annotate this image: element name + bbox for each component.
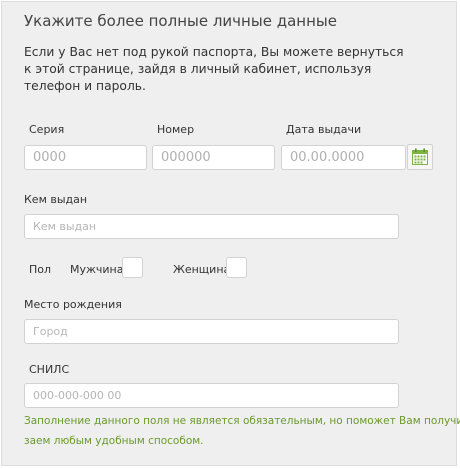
issue-date-label: Дата выдачи [286, 123, 362, 136]
issued-by-label: Кем выдан [24, 193, 88, 206]
form-title: Укажите более полные личные данные [24, 12, 337, 30]
snils-label: СНИЛС [29, 363, 70, 376]
series-label: Серия [29, 123, 65, 136]
issued-by-input[interactable] [24, 214, 399, 239]
male-checkbox[interactable] [122, 257, 143, 278]
intro-text: Если у Вас нет под рукой паспорта, Вы мо… [24, 44, 444, 95]
snils-hint: Заполнение данного поля не является обяз… [24, 411, 460, 451]
hint-line: Заполнение данного поля не является обяз… [24, 415, 460, 427]
issue-date-input[interactable] [281, 145, 406, 170]
number-input[interactable] [152, 145, 275, 170]
series-input[interactable] [24, 145, 147, 170]
intro-line: к этой странице, зайдя в личный кабинет,… [24, 62, 372, 76]
gender-label: Пол [29, 263, 52, 276]
birthplace-label: Место рождения [24, 298, 122, 311]
male-label: Мужчина [70, 263, 124, 276]
calendar-icon [412, 148, 428, 165]
intro-line: телефон и пароль. [24, 79, 146, 93]
birthplace-input[interactable] [24, 319, 399, 344]
intro-line: Если у Вас нет под рукой паспорта, Вы мо… [24, 45, 404, 59]
snils-input[interactable] [24, 383, 399, 408]
female-checkbox[interactable] [226, 257, 247, 278]
hint-line: заем любым удобным способом. [24, 435, 204, 447]
female-label: Женщина [173, 263, 231, 276]
date-picker-button[interactable] [407, 144, 433, 170]
number-label: Номер [157, 123, 195, 136]
personal-data-panel: Укажите более полные личные данные Если … [1, 1, 460, 466]
